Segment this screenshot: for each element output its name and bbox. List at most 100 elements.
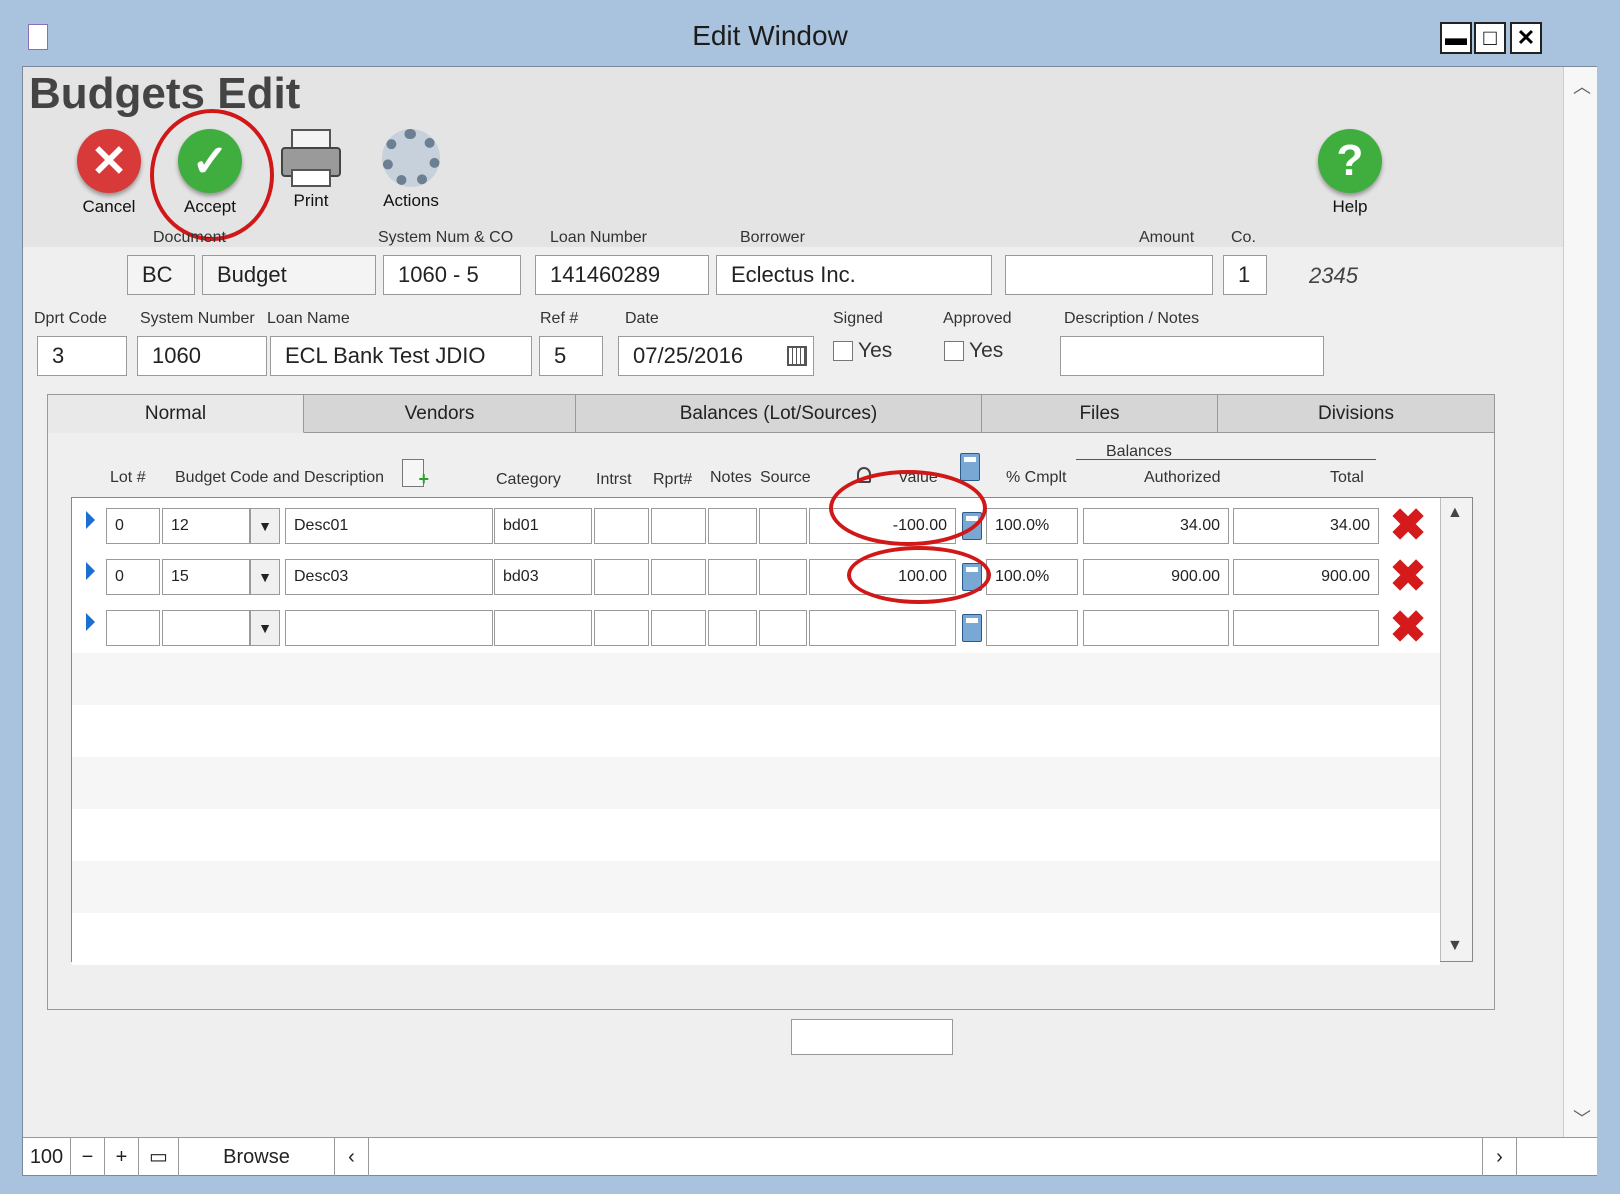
delete-row-icon[interactable]: ✖ [1388, 504, 1428, 548]
chevron-right-icon[interactable]: › [1483, 1138, 1517, 1176]
chevron-down-icon[interactable]: ▼ [250, 610, 280, 646]
document-code-field[interactable]: BC [127, 255, 195, 295]
ref-field[interactable]: 5 [539, 336, 603, 376]
pct-cmplt-cell[interactable]: 100.0% [986, 559, 1078, 595]
app-window: Edit Window ▬ □ ✕ Budgets Edit ✕ Cancel … [0, 0, 1620, 1194]
chevron-down-icon[interactable]: ▼ [250, 559, 280, 595]
budget-code-cell[interactable]: 12 [162, 508, 250, 544]
form-scrollbar[interactable]: ︿ ﹀ [1563, 67, 1597, 1137]
description-cell[interactable]: Desc01 [285, 508, 493, 544]
calculator-header-icon[interactable] [960, 453, 980, 481]
calculator-icon[interactable] [962, 614, 982, 642]
actions-button[interactable]: Actions [366, 129, 456, 211]
date-field[interactable]: 07/25/2016 [618, 336, 814, 376]
authorized-cell[interactable]: 34.00 [1083, 508, 1229, 544]
total-cell[interactable] [1233, 610, 1379, 646]
budget-code-cell[interactable] [162, 610, 250, 646]
grid-scrollbar[interactable]: ▲ ▼ [1440, 498, 1472, 961]
date-label: Date [625, 310, 659, 327]
system-number-field[interactable]: 1060 [137, 336, 267, 376]
signed-checkbox[interactable] [833, 341, 853, 361]
authorized-cell[interactable]: 900.00 [1083, 559, 1229, 595]
lot-cell[interactable] [106, 610, 160, 646]
notes-field[interactable] [1060, 336, 1324, 376]
print-button[interactable]: Print [266, 129, 356, 211]
co-field[interactable]: 1 [1223, 255, 1267, 295]
tab-vendors[interactable]: Vendors [304, 395, 576, 433]
mode-label[interactable]: Browse [179, 1138, 335, 1176]
source-cell[interactable] [759, 508, 807, 544]
chevron-up-icon[interactable]: ︿ [1573, 73, 1591, 99]
add-document-icon[interactable]: + [402, 459, 429, 489]
document-type-field[interactable]: Budget [202, 255, 376, 295]
tab-balances[interactable]: Balances (Lot/Sources) [576, 395, 982, 433]
zoom-in-button[interactable]: + [105, 1138, 139, 1176]
rprt-cell[interactable] [651, 610, 706, 646]
maximize-button[interactable]: □ [1474, 22, 1506, 54]
budget-code-cell[interactable]: 15 [162, 559, 250, 595]
lot-cell[interactable]: 0 [106, 508, 160, 544]
rprt-cell[interactable] [651, 508, 706, 544]
signed-yes-label: Yes [858, 339, 893, 362]
pct-cmplt-cell[interactable] [986, 610, 1078, 646]
chevron-down-icon[interactable]: ﹀ [1573, 1105, 1591, 1131]
tab-files[interactable]: Files [982, 395, 1218, 433]
row-indicator-icon[interactable] [86, 562, 95, 580]
scroll-up-icon[interactable]: ▲ [1447, 504, 1463, 522]
tab-divisions[interactable]: Divisions [1218, 395, 1494, 433]
bottom-empty-field[interactable] [791, 1019, 953, 1055]
approved-label: Approved [943, 310, 1012, 327]
chevron-down-icon[interactable]: ▼ [250, 508, 280, 544]
intrst-cell[interactable] [594, 559, 649, 595]
row-indicator-icon[interactable] [86, 511, 95, 529]
value-cell[interactable] [809, 610, 956, 646]
printer-icon [281, 129, 341, 187]
document-label: Document [153, 229, 226, 246]
category-cell[interactable]: bd01 [494, 508, 592, 544]
total-cell[interactable]: 34.00 [1233, 508, 1379, 544]
zoom-out-button[interactable]: − [71, 1138, 105, 1176]
grid-stripe [72, 653, 1440, 705]
co-label: Co. [1231, 229, 1256, 246]
rprt-cell[interactable] [651, 559, 706, 595]
dprt-code-field[interactable]: 3 [37, 336, 127, 376]
lot-cell[interactable]: 0 [106, 559, 160, 595]
approved-checkbox[interactable] [944, 341, 964, 361]
system-num-co-field[interactable]: 1060 - 5 [383, 255, 521, 295]
horizontal-scroll-track[interactable] [369, 1138, 1483, 1176]
source-cell[interactable] [759, 610, 807, 646]
title-bar: Edit Window ▬ □ ✕ [0, 0, 1620, 66]
category-cell[interactable] [494, 610, 592, 646]
calendar-icon[interactable] [787, 346, 807, 366]
help-button[interactable]: ? Help [1305, 129, 1395, 217]
scroll-down-icon[interactable]: ▼ [1447, 937, 1463, 955]
minimize-button[interactable]: ▬ [1440, 22, 1472, 54]
authorized-cell[interactable] [1083, 610, 1229, 646]
source-cell[interactable] [759, 559, 807, 595]
cancel-button[interactable]: ✕ Cancel [64, 129, 154, 217]
tab-normal[interactable]: Normal [48, 395, 304, 433]
notes-cell[interactable] [708, 508, 757, 544]
notes-cell[interactable] [708, 559, 757, 595]
amount-field[interactable] [1005, 255, 1213, 295]
loan-number-field[interactable]: 141460289 [535, 255, 709, 295]
cancel-label: Cancel [82, 197, 136, 216]
description-cell[interactable] [285, 610, 493, 646]
delete-row-icon[interactable]: ✖ [1388, 555, 1428, 599]
notes-cell[interactable] [708, 610, 757, 646]
intrst-cell[interactable] [594, 610, 649, 646]
total-cell[interactable]: 900.00 [1233, 559, 1379, 595]
signed-label: Signed [833, 310, 883, 327]
col-intrst: Intrst [596, 471, 632, 488]
pct-cmplt-cell[interactable]: 100.0% [986, 508, 1078, 544]
delete-row-icon[interactable]: ✖ [1388, 606, 1428, 650]
layout-icon[interactable]: ▭ [139, 1138, 179, 1176]
borrower-field[interactable]: Eclectus Inc. [716, 255, 992, 295]
loan-name-field[interactable]: ECL Bank Test JDIO [270, 336, 532, 376]
chevron-left-icon[interactable]: ‹ [335, 1138, 369, 1176]
close-button[interactable]: ✕ [1510, 22, 1542, 54]
description-cell[interactable]: Desc03 [285, 559, 493, 595]
row-indicator-icon[interactable] [86, 613, 95, 631]
intrst-cell[interactable] [594, 508, 649, 544]
category-cell[interactable]: bd03 [494, 559, 592, 595]
